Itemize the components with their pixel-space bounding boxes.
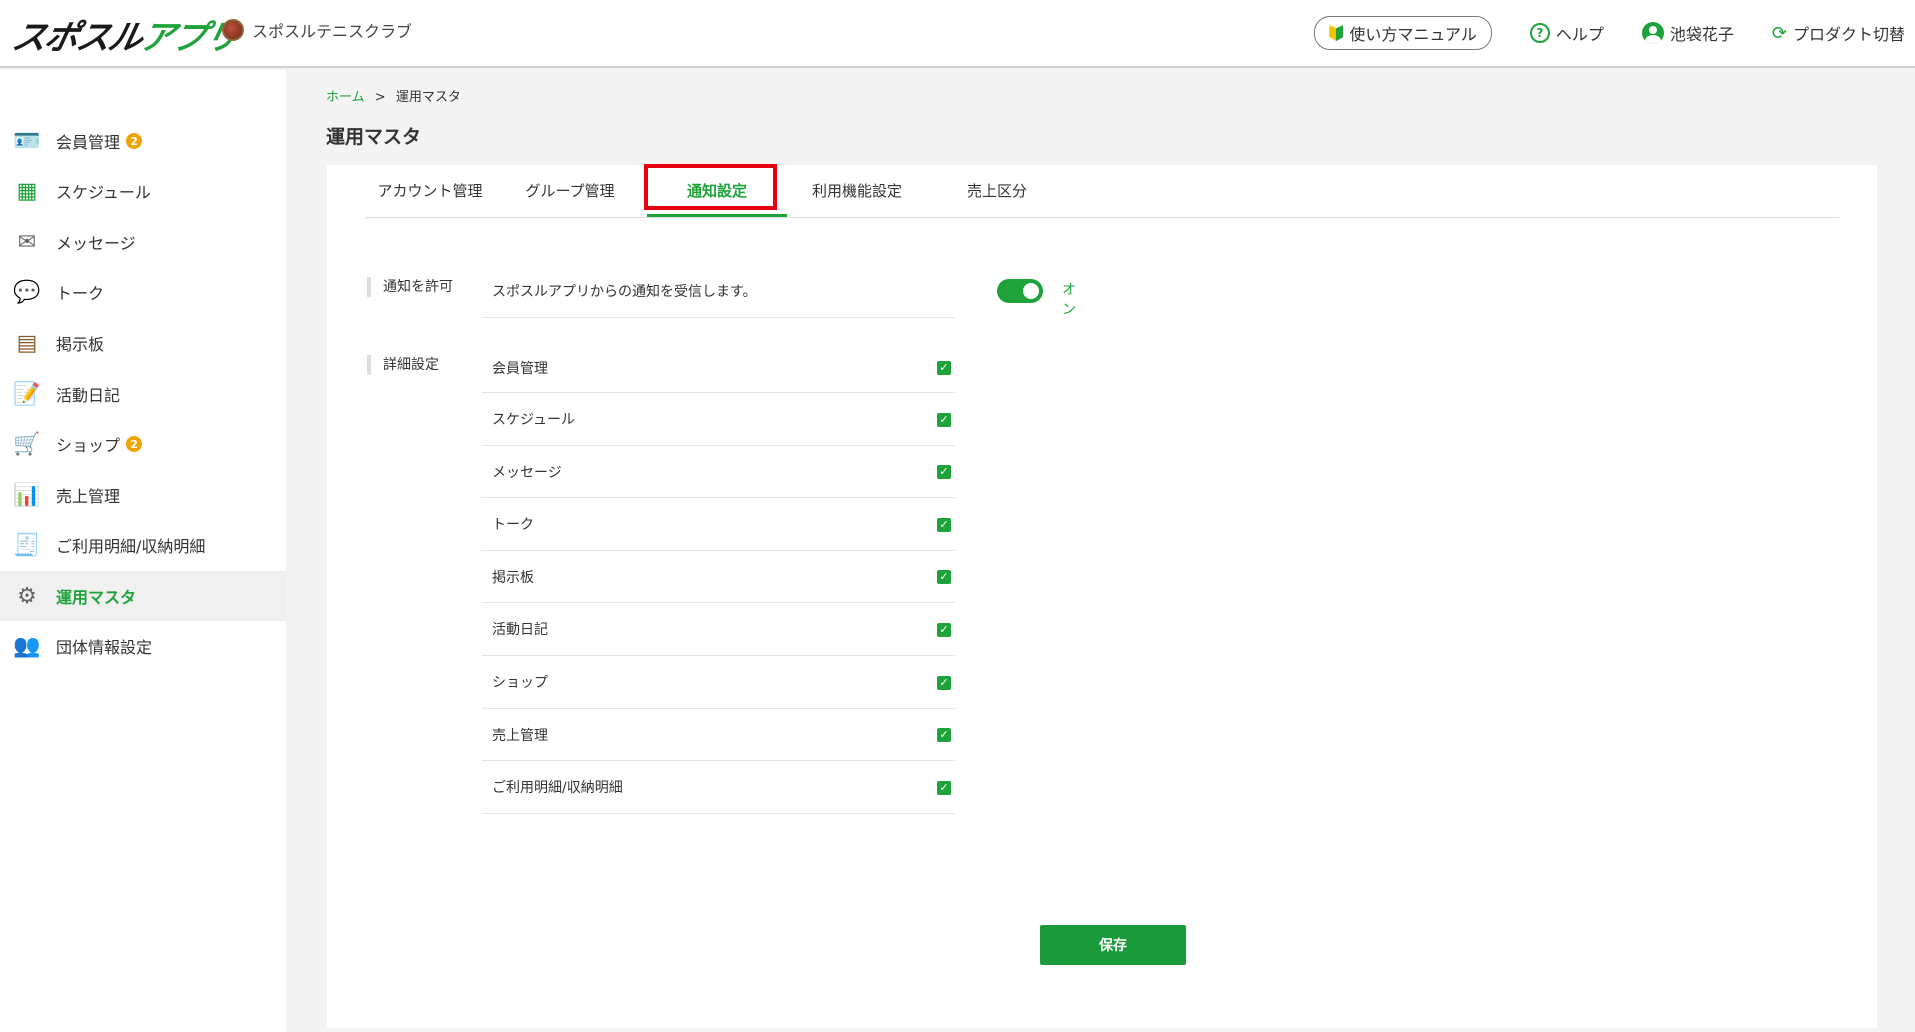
organization-icon: 👥 xyxy=(13,633,41,659)
detail-row: トーク ✓ xyxy=(482,498,955,551)
sidebar-item-statement[interactable]: 🧾 ご利用明細/収納明細 xyxy=(0,520,286,570)
tab-notification[interactable]: 通知設定 xyxy=(647,179,787,217)
sidebar-item-message[interactable]: ✉ メッセージ xyxy=(0,217,286,267)
club-selector[interactable]: スポスルテニスクラブ xyxy=(222,18,412,42)
tab-account[interactable]: アカウント管理 xyxy=(365,179,495,217)
checkbox-schedule[interactable]: ✓ xyxy=(937,413,951,427)
content-panel: アカウント管理 グループ管理 通知設定 利用機能設定 売上区分 通知を許可 スポ… xyxy=(327,165,1877,1028)
refresh-icon: ⟳ xyxy=(1771,22,1787,44)
tab-sales-category[interactable]: 売上区分 xyxy=(927,179,1067,217)
cart-icon: 🛒 xyxy=(13,431,41,457)
sidebar-item-members[interactable]: 🪪 会員管理 2 xyxy=(0,116,286,166)
detail-row: スケジュール ✓ xyxy=(482,393,955,446)
members-badge: 2 xyxy=(126,133,143,149)
checkbox-board[interactable]: ✓ xyxy=(937,570,951,584)
tab-group[interactable]: グループ管理 xyxy=(505,179,635,217)
shop-badge: 2 xyxy=(126,436,143,452)
notify-label: 通知を許可 xyxy=(367,277,453,297)
manual-button[interactable]: 使い方マニュアル xyxy=(1314,16,1492,50)
checkbox-members[interactable]: ✓ xyxy=(937,361,951,375)
checkbox-talk[interactable]: ✓ xyxy=(937,518,951,532)
detail-row: 会員管理 ✓ xyxy=(482,343,955,393)
app-logo[interactable]: スポスルアプリ xyxy=(8,10,242,58)
help-icon: ? xyxy=(1529,23,1550,43)
checkbox-sales[interactable]: ✓ xyxy=(937,728,951,742)
breadcrumb-current: 運用マスタ xyxy=(395,90,461,105)
club-emblem-icon xyxy=(222,19,244,41)
sidebar: 🪪 会員管理 2 ▦ スケジュール ✉ メッセージ 💬 トーク ▤ 掲示板 📝 … xyxy=(0,70,286,1032)
checkbox-message[interactable]: ✓ xyxy=(937,465,951,479)
user-menu[interactable]: 池袋花子 xyxy=(1641,21,1734,45)
sidebar-item-organization[interactable]: 👥 団体情報設定 xyxy=(0,621,286,671)
sidebar-item-operation-master[interactable]: ⚙ 運用マスタ xyxy=(0,571,286,621)
checkbox-shop[interactable]: ✓ xyxy=(937,676,951,690)
save-button[interactable]: 保存 xyxy=(1040,925,1186,965)
product-switch-link[interactable]: ⟳ プロダクト切替 xyxy=(1772,21,1905,45)
user-icon xyxy=(1641,22,1664,44)
detail-row: メッセージ ✓ xyxy=(482,446,955,498)
tab-bar: アカウント管理 グループ管理 通知設定 利用機能設定 売上区分 xyxy=(365,165,1839,218)
detail-row: ショップ ✓ xyxy=(482,656,955,709)
tab-features[interactable]: 利用機能設定 xyxy=(787,179,927,217)
checkbox-statement[interactable]: ✓ xyxy=(937,781,951,795)
chat-bubble-icon: 💬 xyxy=(13,279,41,305)
notify-toggle[interactable] xyxy=(997,279,1043,303)
sidebar-item-diary[interactable]: 📝 活動日記 xyxy=(0,369,286,419)
sidebar-item-schedule[interactable]: ▦ スケジュール xyxy=(0,166,286,216)
breadcrumb-home[interactable]: ホーム xyxy=(326,90,365,105)
envelope-icon: ✉ xyxy=(17,229,37,255)
beginner-mark-icon xyxy=(1329,25,1344,41)
detail-row: 活動日記 ✓ xyxy=(482,603,955,656)
sidebar-item-talk[interactable]: 💬 トーク xyxy=(0,267,286,317)
sidebar-item-board[interactable]: ▤ 掲示板 xyxy=(0,318,286,368)
page-title: 運用マスタ xyxy=(326,126,422,148)
bulletin-board-icon: ▤ xyxy=(16,330,38,356)
sidebar-item-shop[interactable]: 🛒 ショップ 2 xyxy=(0,419,286,469)
detail-row: 売上管理 ✓ xyxy=(482,709,955,761)
detail-row: 掲示板 ✓ xyxy=(482,551,955,603)
checkbox-diary[interactable]: ✓ xyxy=(937,623,951,637)
club-name: スポスルテニスクラブ xyxy=(252,22,413,41)
member-card-icon: 🪪 xyxy=(13,128,41,154)
notify-row: スポスルアプリからの通知を受信します。 オン xyxy=(482,265,1076,318)
notify-description: スポスルアプリからの通知を受信します。 xyxy=(492,284,757,300)
calendar-icon: ▦ xyxy=(16,178,38,204)
notify-state: オン xyxy=(1062,282,1076,318)
details-label: 詳細設定 xyxy=(367,355,439,375)
gear-icon: ⚙ xyxy=(17,583,37,609)
receipt-icon: 🧾 xyxy=(13,532,41,558)
app-header: スポスルアプリ スポスルテニスクラブ 使い方マニュアル ? ヘルプ 池袋花子 ⟳… xyxy=(0,0,1915,68)
help-link[interactable]: ? ヘルプ xyxy=(1529,21,1604,45)
diary-icon: 📝 xyxy=(13,381,41,407)
sidebar-item-sales[interactable]: 📊 売上管理 xyxy=(0,470,286,520)
sales-chart-icon: 📊 xyxy=(13,482,41,508)
detail-row: ご利用明細/収納明細 ✓ xyxy=(482,761,955,814)
breadcrumb: ホーム > 運用マスタ xyxy=(326,90,461,105)
